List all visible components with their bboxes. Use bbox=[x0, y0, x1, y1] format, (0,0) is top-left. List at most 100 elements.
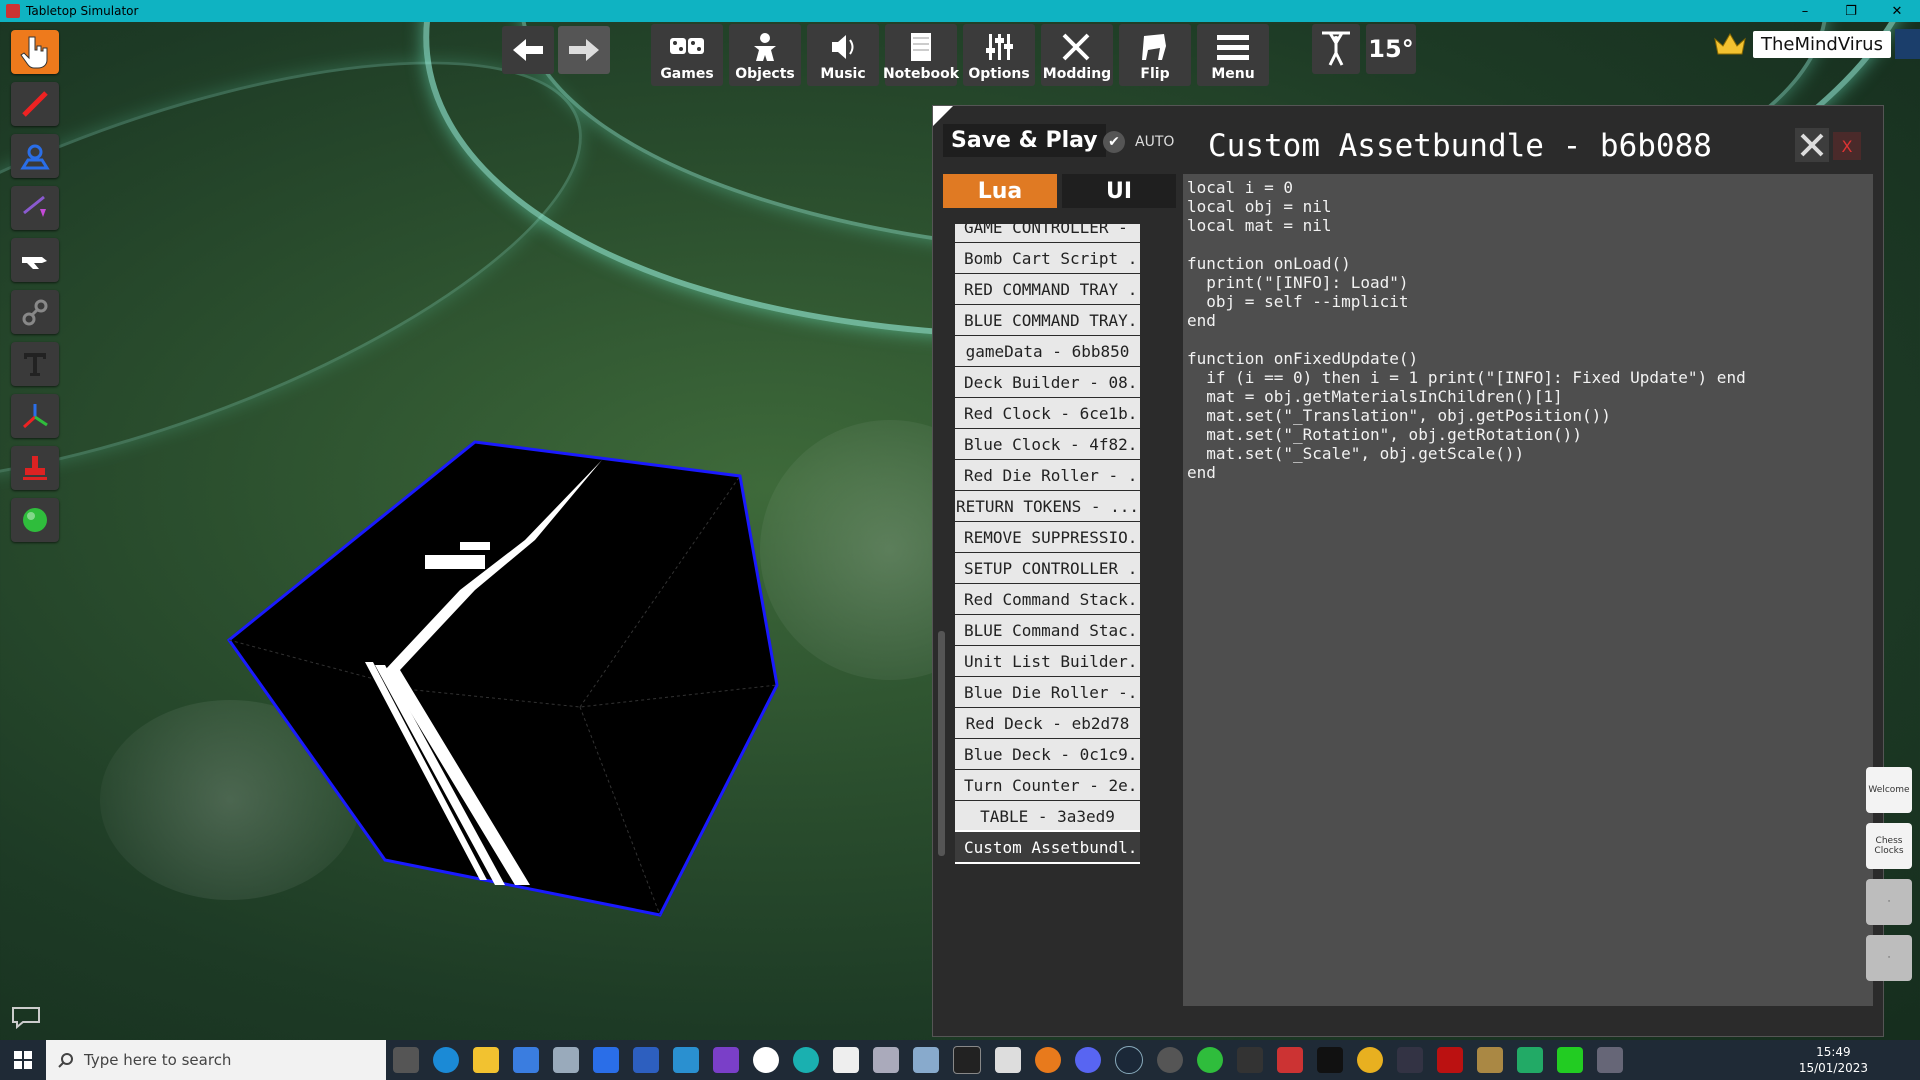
close-panel-button[interactable]: X bbox=[1833, 132, 1861, 160]
joint-tool[interactable] bbox=[11, 290, 59, 334]
player-badge[interactable]: TheMindVirus bbox=[1713, 29, 1920, 59]
script-list-item[interactable]: Red Die Roller - ... bbox=[955, 460, 1140, 490]
app-icon[interactable] bbox=[1557, 1047, 1583, 1073]
script-list-item[interactable]: Turn Counter - 2e... bbox=[955, 770, 1140, 800]
script-list-item[interactable]: Blue Clock - 4f82... bbox=[955, 429, 1140, 459]
tab-lua[interactable]: Lua bbox=[943, 174, 1057, 208]
menu-icon bbox=[1217, 35, 1249, 60]
edge-icon[interactable] bbox=[433, 1047, 459, 1073]
terminal-icon[interactable] bbox=[953, 1046, 981, 1074]
xbox-icon[interactable] bbox=[1197, 1047, 1223, 1073]
script-list-item[interactable]: Deck Builder - 08... bbox=[955, 367, 1140, 397]
app-icon[interactable] bbox=[1597, 1047, 1623, 1073]
pointer-tool[interactable] bbox=[11, 30, 59, 74]
text-t-icon bbox=[24, 353, 46, 376]
system-clock[interactable]: 15:49 15/01/2023 bbox=[1799, 1044, 1868, 1076]
script-list-item[interactable]: SETUP CONTROLLER ... bbox=[955, 553, 1140, 583]
back-button[interactable] bbox=[502, 26, 554, 74]
file-explorer-icon[interactable] bbox=[473, 1047, 499, 1073]
axis-tool[interactable] bbox=[11, 394, 59, 438]
app-icon[interactable] bbox=[633, 1047, 659, 1073]
script-list-item[interactable]: Blue Die Roller -... bbox=[955, 677, 1140, 707]
note-blank[interactable]: · bbox=[1866, 879, 1912, 925]
app-icon[interactable] bbox=[1437, 1047, 1463, 1073]
store-icon[interactable] bbox=[513, 1047, 539, 1073]
steam-icon[interactable] bbox=[1115, 1046, 1143, 1074]
script-list-item[interactable]: BLUE COMMAND TRAY... bbox=[955, 305, 1140, 335]
app-icon[interactable] bbox=[553, 1047, 579, 1073]
modding-button[interactable]: Modding bbox=[1041, 24, 1113, 86]
chat-icon[interactable] bbox=[10, 1005, 42, 1029]
script-list-item[interactable]: BLUE Command Stac... bbox=[955, 615, 1140, 645]
axis-icon bbox=[22, 404, 48, 429]
note-blank[interactable]: · bbox=[1866, 935, 1912, 981]
script-list-item[interactable]: REMOVE SUPPRESSIO... bbox=[955, 522, 1140, 552]
app-icon[interactable] bbox=[1477, 1047, 1503, 1073]
note-welcome[interactable]: Welcome bbox=[1866, 767, 1912, 813]
script-list-item[interactable]: RED COMMAND TRAY ... bbox=[955, 274, 1140, 304]
app-icon[interactable] bbox=[1157, 1047, 1183, 1073]
custom-assetbundle-cube[interactable] bbox=[225, 440, 785, 920]
tab-ui[interactable]: UI bbox=[1062, 174, 1176, 208]
rotation-snap-button[interactable]: 15° bbox=[1366, 24, 1416, 74]
app-icon[interactable] bbox=[995, 1047, 1021, 1073]
gizmo-tool[interactable] bbox=[11, 238, 59, 282]
close-window-button[interactable]: ✕ bbox=[1874, 0, 1920, 22]
unity-icon[interactable] bbox=[1237, 1047, 1263, 1073]
script-list-item[interactable]: Red Clock - 6ce1b... bbox=[955, 398, 1140, 428]
menu-button[interactable]: Menu bbox=[1197, 24, 1269, 86]
visual-studio-icon[interactable] bbox=[713, 1047, 739, 1073]
notebook-button[interactable]: Notebook bbox=[883, 24, 959, 86]
code-editor[interactable]: local i = 0 local obj = nil local mat = … bbox=[1183, 174, 1873, 1006]
start-button[interactable] bbox=[0, 1040, 46, 1080]
script-list-item[interactable]: Custom Assetbundl... bbox=[955, 830, 1140, 864]
task-view-icon[interactable] bbox=[393, 1047, 419, 1073]
taskbar-search[interactable]: Type here to search bbox=[46, 1040, 386, 1080]
script-list-scrollbar[interactable] bbox=[938, 631, 945, 856]
objects-button[interactable]: Objects bbox=[729, 24, 801, 86]
color-tool[interactable] bbox=[11, 498, 59, 542]
music-button[interactable]: Music bbox=[807, 24, 879, 86]
snap-tool[interactable] bbox=[11, 446, 59, 490]
script-list-item[interactable]: Red Deck - eb2d78 bbox=[955, 708, 1140, 738]
app-icon[interactable] bbox=[1517, 1047, 1543, 1073]
app-icon[interactable] bbox=[1317, 1047, 1343, 1073]
line-tool[interactable] bbox=[11, 186, 59, 230]
games-button[interactable]: Games bbox=[651, 24, 723, 86]
note-chess-clocks[interactable]: Chess Clocks bbox=[1866, 823, 1912, 869]
app-icon[interactable] bbox=[913, 1047, 939, 1073]
app-icon[interactable] bbox=[1397, 1047, 1423, 1073]
save-and-play-button[interactable]: Save & Play bbox=[943, 124, 1106, 157]
flip-button[interactable]: Flip bbox=[1119, 24, 1191, 86]
windows-logo-icon bbox=[14, 1051, 32, 1069]
auto-toggle[interactable]: ✔ AUTO bbox=[1103, 131, 1174, 153]
discord-icon[interactable] bbox=[1075, 1047, 1101, 1073]
app-icon[interactable] bbox=[833, 1047, 859, 1073]
forward-button[interactable] bbox=[558, 26, 610, 74]
script-list-item[interactable]: Bomb Cart Script ... bbox=[955, 243, 1140, 273]
script-list-item[interactable]: TABLE - 3a3ed9 bbox=[955, 801, 1140, 831]
script-list-item[interactable]: gameData - 6bb850 bbox=[955, 336, 1140, 366]
tabletop-simulator-icon[interactable] bbox=[1277, 1047, 1303, 1073]
script-list-item[interactable]: Blue Deck - 0c1c9... bbox=[955, 739, 1140, 769]
lift-button[interactable] bbox=[1312, 24, 1360, 74]
text-tool[interactable] bbox=[11, 342, 59, 386]
draw-tool[interactable] bbox=[11, 82, 59, 126]
corner-collapse-icon[interactable] bbox=[933, 106, 953, 126]
app-icon[interactable] bbox=[593, 1047, 619, 1073]
zone-tool[interactable] bbox=[11, 134, 59, 178]
script-list-item[interactable]: Red Command Stack... bbox=[955, 584, 1140, 614]
script-list-item[interactable]: GAME CONTROLLER - ... bbox=[955, 224, 1140, 242]
app-icon[interactable] bbox=[1357, 1047, 1383, 1073]
vscode-icon[interactable] bbox=[673, 1047, 699, 1073]
arduino-icon[interactable] bbox=[793, 1047, 819, 1073]
github-icon[interactable] bbox=[753, 1047, 779, 1073]
restore-button[interactable]: ❐ bbox=[1828, 0, 1874, 22]
app-icon[interactable] bbox=[873, 1047, 899, 1073]
script-list-item[interactable]: RETURN TOKENS - ... bbox=[955, 491, 1140, 521]
blender-icon[interactable] bbox=[1035, 1047, 1061, 1073]
tools-button[interactable] bbox=[1795, 128, 1829, 162]
options-button[interactable]: Options bbox=[963, 24, 1035, 86]
script-list-item[interactable]: Unit List Builder... bbox=[955, 646, 1140, 676]
minimize-button[interactable]: – bbox=[1782, 0, 1828, 22]
